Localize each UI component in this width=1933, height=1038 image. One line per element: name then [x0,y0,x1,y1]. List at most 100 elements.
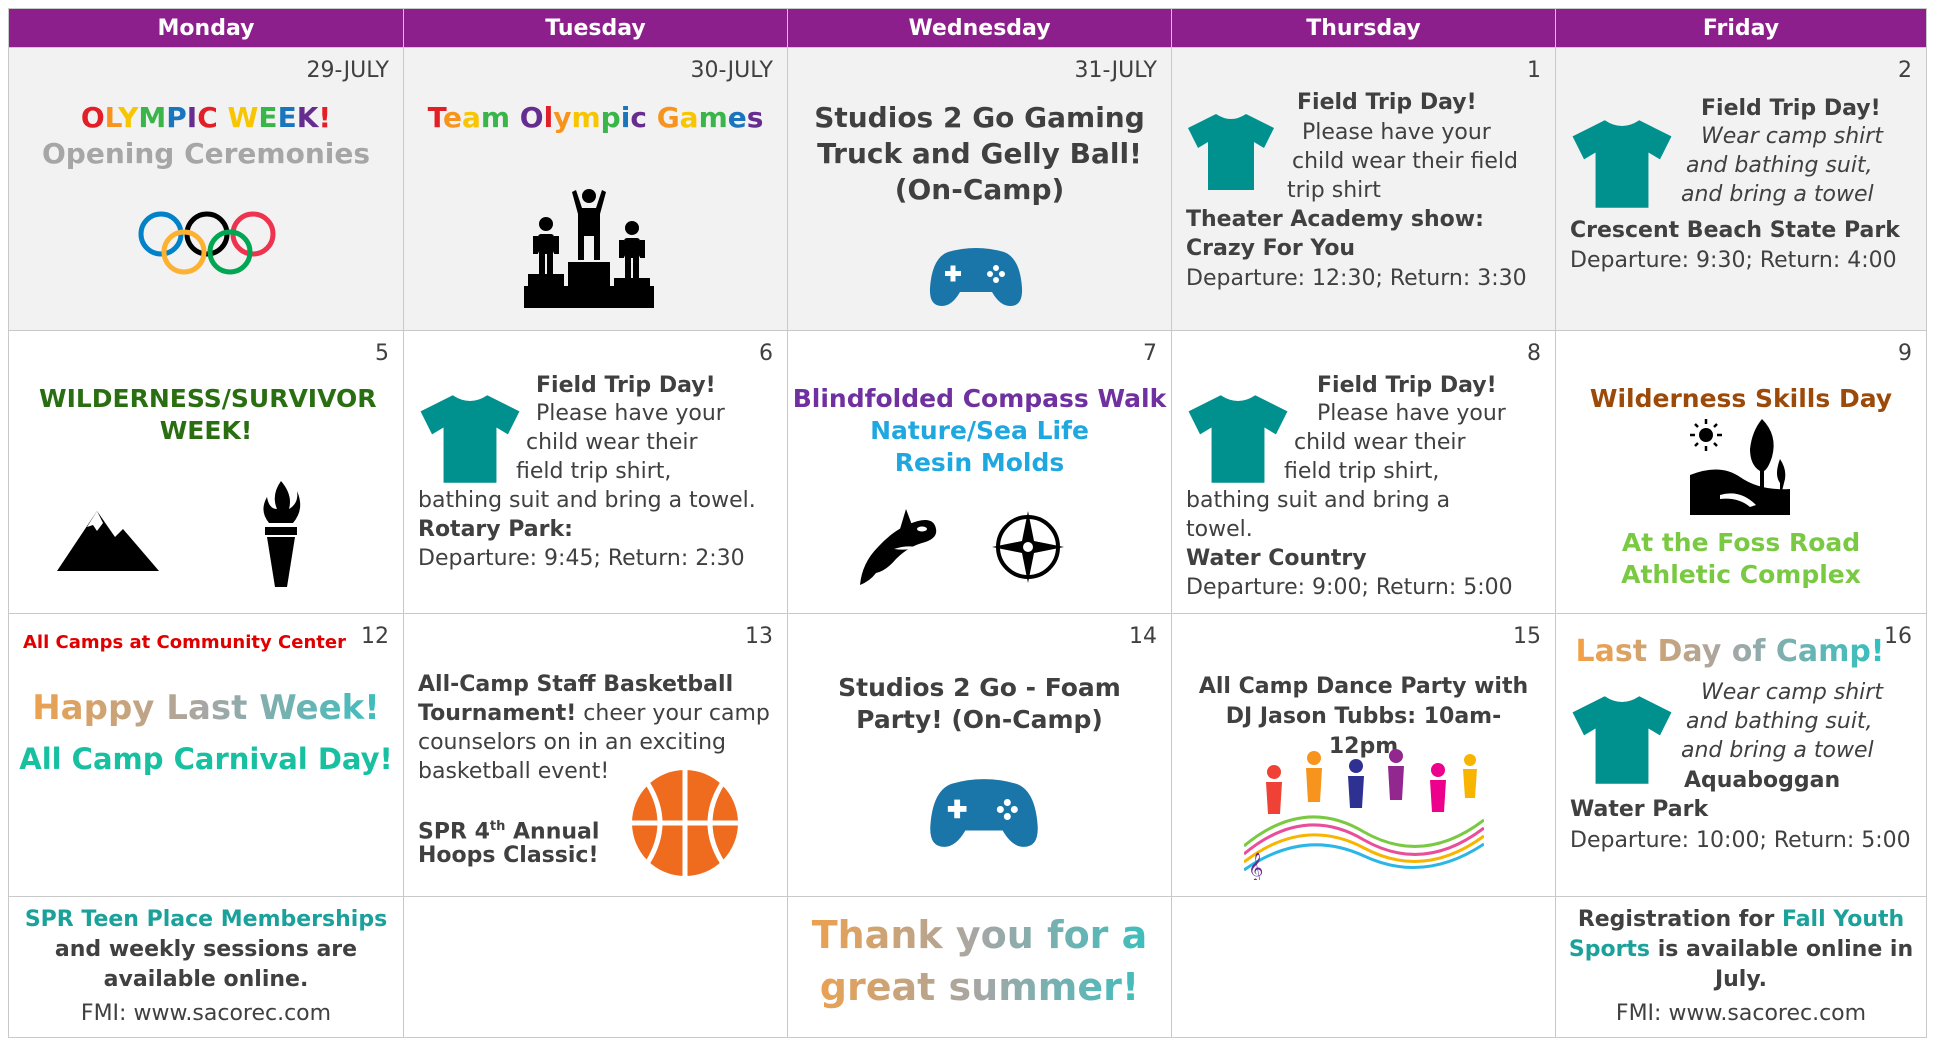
podium-icon [524,189,654,308]
day-cell-aug9: 9 Wilderness Skills Day At the Foss Road… [1555,330,1927,614]
registration-line-1: Registration for Fall Youth [1557,898,1926,936]
teen-place-link[interactable]: SPR Teen Place Memberships [10,898,403,936]
date-label: 1 [1527,58,1541,83]
rainbow-letter: l [543,101,554,134]
fall-youth-link[interactable]: Fall Youth [1782,907,1904,932]
community-center-note: All Camps at Community Center [23,632,346,653]
calendar-table: Monday Tuesday Wednesday Thursday Friday… [8,8,1927,1038]
trip-times: Departure: 9:45; Return: 2:30 [418,546,745,571]
day-cell-aug2: 2 Field Trip Day! Wear camp shirt and ba… [1555,47,1927,331]
day-cell-aug1: 1 Field Trip Day! Please have your child… [1171,47,1556,331]
rainbow-letter: a [461,101,481,134]
show-label: Theater Academy show: [1186,207,1484,232]
rainbow-letter: T [427,101,443,134]
rainbow-title: OLYMPIC WEEK! [81,101,331,134]
tshirt-icon [420,395,520,483]
rainbow-letter: i [620,101,631,134]
day-cell-aug12: 12 All Camps at Community Center Happy L… [8,613,404,897]
trip-line-2: child wear their [1294,430,1466,455]
trip-line-1: Please have your [536,401,725,426]
header-monday: Monday [8,8,404,48]
thank-you-line-2: great summer! [789,961,1171,1013]
trip-times: Departure: 9:30; Return: 4:00 [1570,248,1897,273]
gamepad-icon [929,248,1023,306]
basketball-rest-3: basketball event! [418,759,610,784]
rainbow-letter: G [656,101,680,134]
carnival-day-title: All Camp Carnival Day! [19,742,393,776]
rainbow-letter: p [600,101,621,134]
compass-walk-title: Blindfolded Compass Walk [792,384,1167,413]
field-trip-heading: Field Trip Day! [1297,90,1477,115]
header-thursday: Thursday [1171,8,1556,48]
registration-post: is available online in [1650,937,1914,962]
rainbow-letter: L [104,101,119,134]
rainbow-letter: W [227,101,259,134]
foam-party-title: Studios 2 Go - Foam Party! (On-Camp) [838,673,1121,734]
day-cell-aug7: 7 Blindfolded Compass Walk Nature/Sea Li… [787,330,1172,614]
trip-place-2: Water Park [1570,797,1709,822]
rainbow-letter: C [197,101,218,134]
field-trip-heading: Field Trip Day! [536,373,716,398]
rainbow-letter [647,101,657,134]
rainbow-letter: O [519,101,544,134]
hoops-classic-line-2: Hoops Classic! [418,843,599,868]
olympic-rings-icon [138,211,276,275]
day-cell-aug8: 8 Field Trip Day! Please have your child… [1171,330,1556,614]
rainbow-letter: a [679,101,699,134]
week-row-2: 5 WILDERNESS/SURVIVOR WEEK! 6 Field Trip… [8,330,1927,614]
trip-place: Water Country [1186,546,1367,571]
rainbow-letter [510,101,520,134]
trip-line-1: Wear camp shirt [1701,124,1883,149]
trip-times: Departure: 12:30; Return: 3:30 [1186,266,1527,291]
day-cell-aug14: 14 Studios 2 Go - Foam Party! (On-Camp) [787,613,1172,897]
date-label: 2 [1898,58,1912,83]
trip-line-3: field trip shirt, [1284,459,1440,484]
show-name: Crazy For You [1186,236,1356,261]
field-trip-heading: Field Trip Day! [1701,96,1881,121]
date-label: 29-JULY [306,58,389,83]
week-row-3: 12 All Camps at Community Center Happy L… [8,613,1927,897]
tshirt-icon [1188,114,1274,190]
rainbow-letter: Y [118,101,139,134]
rainbow-letter: s [746,101,764,134]
dancers-icon: 𝄞 [1244,749,1484,880]
orca-icon [860,509,937,585]
date-label: 5 [375,341,389,366]
trip-line-2: and bathing suit, [1686,709,1873,734]
compass-icon [992,511,1064,583]
happy-last-week-title: Happy Last Week! [10,686,403,730]
header-tuesday: Tuesday [403,8,788,48]
basketball-rest-1: cheer your camp [576,701,770,726]
date-label: 31-JULY [1074,58,1157,83]
trip-line-2: child wear their field [1292,149,1518,174]
rainbow-letter: P [166,101,187,134]
date-label: 16 [1884,624,1912,649]
rainbow-letter: O [80,101,105,134]
mountain-icon [57,511,159,571]
day-cell-jul30: 30-JULY Team Olympic Games [403,47,788,331]
rainbow-letter: ! [318,101,332,134]
trip-line-3: field trip shirt, [516,459,672,484]
rainbow-letter: c [630,101,647,134]
torch-icon [263,481,301,587]
rainbow-letter: e [727,101,747,134]
sports-link[interactable]: Sports [1569,937,1650,962]
day-cell-jul31: 31-JULY Studios 2 Go Gaming Truck and Ge… [787,47,1172,331]
tshirt-icon [1572,696,1672,784]
basketball-rest-2: counselors on in an exciting [418,730,727,755]
field-trip-heading: Field Trip Day! [1317,373,1497,398]
date-label: 14 [1129,624,1157,649]
day-cell-aug16: 16 Last Day of Camp! Wear camp shirt and… [1555,613,1927,897]
rainbow-letter: y [553,101,572,134]
week-row-1: 29-JULY OLYMPIC WEEK! Opening Ceremonies… [8,47,1927,331]
trip-times: Departure: 9:00; Return: 5:00 [1186,575,1513,600]
resin-molds-title: Nature/Sea Life Resin Molds [870,416,1089,477]
day-cell-aug15: 15 All Camp Dance Party with DJ Jason Tu… [1171,613,1556,897]
wilderness-skills-title: Wilderness Skills Day [1589,384,1893,413]
basketball-bold-line-2: Tournament! [418,701,577,726]
trip-line-4: bathing suit and bring a [1186,488,1451,513]
rainbow-team-title: Team Olympic Games [428,101,764,134]
calendar-grid: Monday Tuesday Wednesday Thursday Friday… [8,8,1927,1038]
date-label: 6 [759,341,773,366]
teen-place-line-2: and weekly sessions are [54,937,358,962]
